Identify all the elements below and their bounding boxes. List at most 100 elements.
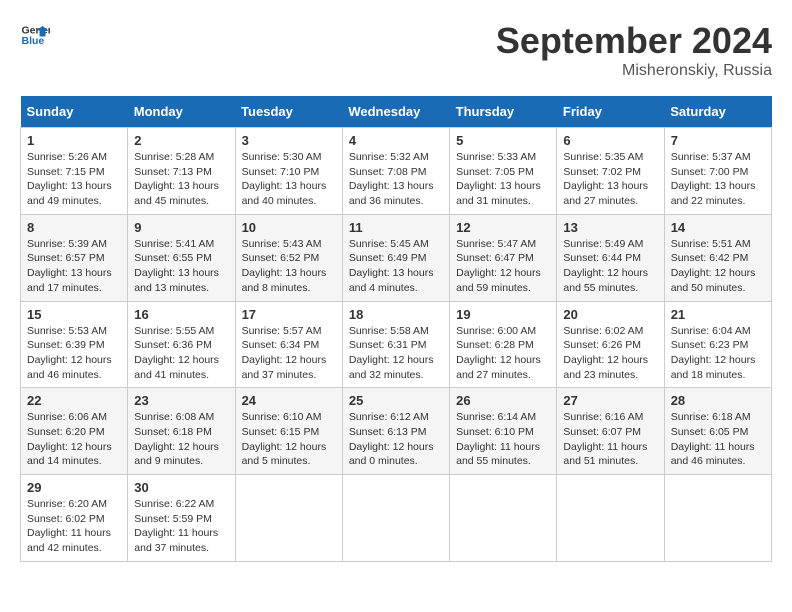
day-info: Sunrise: 5:28 AM Sunset: 7:13 PM Dayligh… <box>134 150 228 209</box>
day-info: Sunrise: 5:41 AM Sunset: 6:55 PM Dayligh… <box>134 237 228 296</box>
day-info: Sunrise: 6:22 AM Sunset: 5:59 PM Dayligh… <box>134 497 228 556</box>
table-row: 29 Sunrise: 6:20 AM Sunset: 6:02 PM Dayli… <box>21 475 128 562</box>
table-row: 25Sunrise: 6:12 AM Sunset: 6:13 PM Dayli… <box>342 388 449 475</box>
table-row: 7 Sunrise: 5:37 AM Sunset: 7:00 PM Daylig… <box>664 128 771 215</box>
day-number: 17 <box>242 307 336 322</box>
table-row: 5 Sunrise: 5:33 AM Sunset: 7:05 PM Daylig… <box>450 128 557 215</box>
day-info: Sunrise: 5:37 AM Sunset: 7:00 PM Dayligh… <box>671 150 765 209</box>
col-header-saturday: Saturday <box>664 96 771 128</box>
table-row: 15 Sunrise: 5:53 AM Sunset: 6:39 PM Dayli… <box>21 301 128 388</box>
day-info: Sunrise: 6:06 AM Sunset: 6:20 PM Dayligh… <box>27 410 121 469</box>
day-number: 7 <box>671 133 765 148</box>
day-number: 3 <box>242 133 336 148</box>
day-info: Sunrise: 6:02 AM Sunset: 6:26 PM Dayligh… <box>563 324 657 383</box>
table-row: 21 Sunrise: 6:04 AM Sunset: 6:23 PM Dayli… <box>664 301 771 388</box>
table-row <box>235 475 342 562</box>
table-row <box>664 475 771 562</box>
day-info: Sunrise: 5:26 AM Sunset: 7:15 PM Dayligh… <box>27 150 121 209</box>
col-header-sunday: Sunday <box>21 96 128 128</box>
day-number: 30 <box>134 480 228 495</box>
day-number: 9 <box>134 220 228 235</box>
table-row: 1 Sunrise: 5:26 AM Sunset: 7:15 PM Daylig… <box>21 128 128 215</box>
day-number: 21 <box>671 307 765 322</box>
month-title: September 2024 <box>496 20 772 62</box>
day-number: 24 <box>242 393 336 408</box>
col-header-thursday: Thursday <box>450 96 557 128</box>
day-number: 20 <box>563 307 657 322</box>
col-header-monday: Monday <box>128 96 235 128</box>
table-row: 9 Sunrise: 5:41 AM Sunset: 6:55 PM Daylig… <box>128 214 235 301</box>
day-info: Sunrise: 5:53 AM Sunset: 6:39 PM Dayligh… <box>27 324 121 383</box>
table-row <box>342 475 449 562</box>
day-number: 1 <box>27 133 121 148</box>
table-row: 20 Sunrise: 6:02 AM Sunset: 6:26 PM Dayli… <box>557 301 664 388</box>
day-number: 4 <box>349 133 443 148</box>
day-info: Sunrise: 5:43 AM Sunset: 6:52 PM Dayligh… <box>242 237 336 296</box>
logo: General Blue <box>20 20 54 50</box>
table-row: 8 Sunrise: 5:39 AM Sunset: 6:57 PM Daylig… <box>21 214 128 301</box>
header: General Blue September 2024 Misheronskiy… <box>20 20 772 80</box>
table-row: 24 Sunrise: 6:10 AM Sunset: 6:15 PM Dayli… <box>235 388 342 475</box>
col-header-friday: Friday <box>557 96 664 128</box>
day-number: 19 <box>456 307 550 322</box>
day-info: Sunrise: 5:51 AM Sunset: 6:42 PM Dayligh… <box>671 237 765 296</box>
day-info: Sunrise: 6:18 AM Sunset: 6:05 PM Dayligh… <box>671 410 765 469</box>
title-section: September 2024 Misheronskiy, Russia <box>496 20 772 80</box>
day-number: 16 <box>134 307 228 322</box>
day-info: Sunrise: 6:00 AM Sunset: 6:28 PM Dayligh… <box>456 324 550 383</box>
day-info: Sunrise: 6:04 AM Sunset: 6:23 PM Dayligh… <box>671 324 765 383</box>
table-row: 18 Sunrise: 5:58 AM Sunset: 6:31 PM Dayli… <box>342 301 449 388</box>
day-info: Sunrise: 6:20 AM Sunset: 6:02 PM Dayligh… <box>27 497 121 556</box>
day-number: 5 <box>456 133 550 148</box>
day-number: 11 <box>349 220 443 235</box>
table-row <box>450 475 557 562</box>
day-number: 29 <box>27 480 121 495</box>
day-info: Sunrise: 5:49 AM Sunset: 6:44 PM Dayligh… <box>563 237 657 296</box>
col-header-wednesday: Wednesday <box>342 96 449 128</box>
day-info: Sunrise: 5:30 AM Sunset: 7:10 PM Dayligh… <box>242 150 336 209</box>
day-info: Sunrise: 6:16 AM Sunset: 6:07 PM Dayligh… <box>563 410 657 469</box>
table-row: 3 Sunrise: 5:30 AM Sunset: 7:10 PM Daylig… <box>235 128 342 215</box>
table-row: 11 Sunrise: 5:45 AM Sunset: 6:49 PM Dayli… <box>342 214 449 301</box>
table-row <box>557 475 664 562</box>
day-info: Sunrise: 5:58 AM Sunset: 6:31 PM Dayligh… <box>349 324 443 383</box>
table-row: 14 Sunrise: 5:51 AM Sunset: 6:42 PM Dayli… <box>664 214 771 301</box>
day-info: Sunrise: 5:35 AM Sunset: 7:02 PM Dayligh… <box>563 150 657 209</box>
table-row: 22 Sunrise: 6:06 AM Sunset: 6:20 PM Dayli… <box>21 388 128 475</box>
day-number: 15 <box>27 307 121 322</box>
day-info: Sunrise: 5:32 AM Sunset: 7:08 PM Dayligh… <box>349 150 443 209</box>
day-info: Sunrise: 5:33 AM Sunset: 7:05 PM Dayligh… <box>456 150 550 209</box>
day-number: 25 <box>349 393 443 408</box>
day-number: 23 <box>134 393 228 408</box>
table-row: 2 Sunrise: 5:28 AM Sunset: 7:13 PM Daylig… <box>128 128 235 215</box>
day-number: 2 <box>134 133 228 148</box>
svg-text:Blue: Blue <box>22 35 45 47</box>
day-info: Sunrise: 5:47 AM Sunset: 6:47 PM Dayligh… <box>456 237 550 296</box>
table-row: 27Sunrise: 6:16 AM Sunset: 6:07 PM Dayli… <box>557 388 664 475</box>
day-number: 14 <box>671 220 765 235</box>
day-number: 28 <box>671 393 765 408</box>
table-row: 13Sunrise: 5:49 AM Sunset: 6:44 PM Dayli… <box>557 214 664 301</box>
table-row: 23 Sunrise: 6:08 AM Sunset: 6:18 PM Dayli… <box>128 388 235 475</box>
calendar-table: SundayMondayTuesdayWednesdayThursdayFrid… <box>20 96 772 562</box>
table-row: 16 Sunrise: 5:55 AM Sunset: 6:36 PM Dayli… <box>128 301 235 388</box>
day-number: 26 <box>456 393 550 408</box>
col-header-tuesday: Tuesday <box>235 96 342 128</box>
table-row: 4 Sunrise: 5:32 AM Sunset: 7:08 PM Daylig… <box>342 128 449 215</box>
day-info: Sunrise: 5:39 AM Sunset: 6:57 PM Dayligh… <box>27 237 121 296</box>
table-row: 26Sunrise: 6:14 AM Sunset: 6:10 PM Dayli… <box>450 388 557 475</box>
day-number: 6 <box>563 133 657 148</box>
day-number: 8 <box>27 220 121 235</box>
table-row: 12Sunrise: 5:47 AM Sunset: 6:47 PM Dayli… <box>450 214 557 301</box>
table-row: 17Sunrise: 5:57 AM Sunset: 6:34 PM Dayli… <box>235 301 342 388</box>
table-row: 10Sunrise: 5:43 AM Sunset: 6:52 PM Dayli… <box>235 214 342 301</box>
table-row: 6 Sunrise: 5:35 AM Sunset: 7:02 PM Daylig… <box>557 128 664 215</box>
logo-icon: General Blue <box>20 20 50 50</box>
day-info: Sunrise: 6:10 AM Sunset: 6:15 PM Dayligh… <box>242 410 336 469</box>
day-number: 18 <box>349 307 443 322</box>
table-row: 30 Sunrise: 6:22 AM Sunset: 5:59 PM Dayli… <box>128 475 235 562</box>
day-info: Sunrise: 6:08 AM Sunset: 6:18 PM Dayligh… <box>134 410 228 469</box>
day-number: 22 <box>27 393 121 408</box>
day-info: Sunrise: 5:55 AM Sunset: 6:36 PM Dayligh… <box>134 324 228 383</box>
day-info: Sunrise: 5:45 AM Sunset: 6:49 PM Dayligh… <box>349 237 443 296</box>
